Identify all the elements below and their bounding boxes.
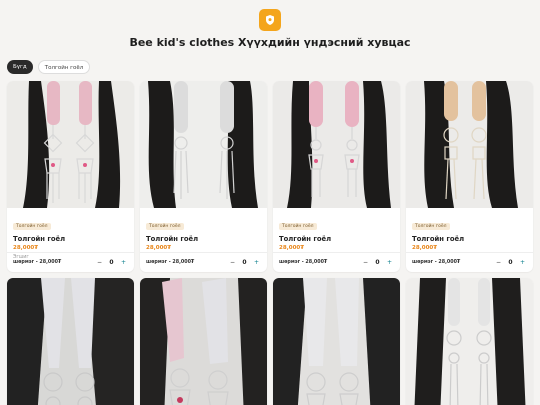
product-image[interactable] <box>7 81 134 208</box>
category-tag: Толгойн гоёл <box>146 223 184 230</box>
product-image[interactable] <box>273 278 400 405</box>
product-image[interactable] <box>140 278 267 405</box>
decrease-button[interactable]: − <box>228 258 237 267</box>
product-card[interactable]: Толгойн гоёл Толгойн гоёл 28,000₮ Эгшиг … <box>7 81 134 272</box>
quantity-stepper: − 0 + <box>95 258 128 267</box>
increase-button[interactable]: + <box>518 258 527 267</box>
product-price: 28,000₮ <box>146 245 172 251</box>
product-card[interactable] <box>406 278 533 405</box>
variant-label: шөрмэг - 28,000₮ <box>412 260 461 265</box>
product-card[interactable]: Толгойн гоёл Толгойн гоёл 28,000₮ шөрмэг… <box>273 81 400 272</box>
increase-button[interactable]: + <box>119 258 128 267</box>
page-title: Bee kid's clothes Хүүхдийн үндэсний хувц… <box>129 36 411 49</box>
category-tag: Толгойн гоёл <box>13 223 51 230</box>
product-name[interactable]: Толгойн гоёл <box>412 235 527 243</box>
quantity-stepper: − 0 + <box>494 258 527 267</box>
filter-head-ornament-chip[interactable]: Толгойн гоёл <box>37 60 91 74</box>
product-card[interactable] <box>273 278 400 405</box>
product-name[interactable]: Толгойн гоёл <box>279 235 394 243</box>
product-image[interactable] <box>140 81 267 208</box>
variant-label: шөрмэг - 28,000₮ <box>279 260 328 265</box>
increase-button[interactable]: + <box>385 258 394 267</box>
product-image[interactable] <box>406 81 533 208</box>
product-grid: Толгойн гоёл Толгойн гоёл 28,000₮ Эгшиг … <box>7 81 533 405</box>
product-price: 28,000₮ <box>13 245 39 251</box>
decrease-button[interactable]: − <box>361 258 370 267</box>
product-card[interactable] <box>140 278 267 405</box>
quantity-stepper: − 0 + <box>228 258 261 267</box>
product-image[interactable] <box>406 278 533 405</box>
filter-all-chip[interactable]: Бүгд <box>7 60 33 74</box>
decrease-button[interactable]: − <box>494 258 503 267</box>
variant-row: шөрмэг - 28,000₮ − 0 + <box>406 252 533 272</box>
product-price: 28,000₮ <box>279 245 305 251</box>
variant-label: шөрмэг - 28,000₮ <box>13 260 62 265</box>
increase-button[interactable]: + <box>252 258 261 267</box>
product-card[interactable]: Толгойн гоёл Толгойн гоёл 28,000₮ шөрмэг… <box>406 81 533 272</box>
filter-bar: Бүгд Толгойн гоёл <box>7 60 91 74</box>
quantity-value: 0 <box>508 259 513 266</box>
product-image[interactable] <box>7 278 134 405</box>
product-card[interactable] <box>7 278 134 405</box>
variant-row: шөрмэг - 28,000₮ − 0 + <box>7 252 134 272</box>
variant-row: шөрмэг - 28,000₮ − 0 + <box>140 252 267 272</box>
variant-label: шөрмэг - 28,000₮ <box>146 260 195 265</box>
product-image[interactable] <box>273 81 400 208</box>
category-tag: Толгойн гоёл <box>412 223 450 230</box>
quantity-stepper: − 0 + <box>361 258 394 267</box>
quantity-value: 0 <box>242 259 247 266</box>
shop-logo-icon <box>259 9 281 31</box>
decrease-button[interactable]: − <box>95 258 104 267</box>
quantity-value: 0 <box>375 259 380 266</box>
product-name[interactable]: Толгойн гоёл <box>13 235 128 243</box>
product-price: 28,000₮ <box>412 245 438 251</box>
variant-row: шөрмэг - 28,000₮ − 0 + <box>273 252 400 272</box>
product-card[interactable]: Толгойн гоёл Толгойн гоёл 28,000₮ шөрмэг… <box>140 81 267 272</box>
quantity-value: 0 <box>109 259 114 266</box>
product-name[interactable]: Толгойн гоёл <box>146 235 261 243</box>
category-tag: Толгойн гоёл <box>279 223 317 230</box>
